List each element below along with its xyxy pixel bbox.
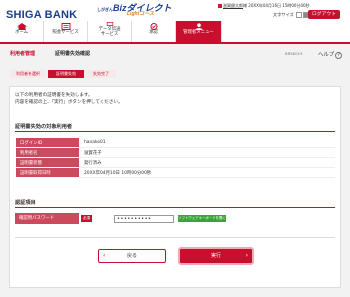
back-button[interactable]: ‹ 戻る xyxy=(98,249,166,263)
table-row: ログインID hanako01 xyxy=(15,137,335,148)
nav-approval[interactable]: 承認 xyxy=(132,21,176,42)
table-row: 証明書取得日時 20XX年04月10日 10時00分00秒 xyxy=(15,167,335,178)
section-auth-title: 認証項目 xyxy=(15,200,36,206)
screen-id: BRSK019 xyxy=(285,51,303,56)
approval-icon xyxy=(150,23,157,30)
nav-underline xyxy=(0,42,350,44)
page-title: 証明書失効確認 xyxy=(55,51,91,57)
section-divider xyxy=(15,207,335,208)
password-label: 確認用パスワード xyxy=(15,213,79,224)
header: SHIGA BANK しがぎんBizダイレクト Lightコース 滋賀銀太郎様 … xyxy=(0,0,350,42)
row-value: 滋賀花子 xyxy=(79,147,335,158)
row-key: 証明書状態 xyxy=(15,157,80,168)
main-nav: ホーム 照会サービス データ伝送 サービス 承認 管理者メニュー xyxy=(0,21,350,42)
help-icon: ? xyxy=(335,51,343,59)
title-row: 利用者管理 証明書失効確認 BRSK019 ヘルプ? xyxy=(0,47,350,61)
breadcrumb-parent: 利用者管理 xyxy=(10,51,36,57)
execute-button[interactable]: 実行 › xyxy=(178,247,254,265)
bank-logo[interactable]: SHIGA BANK xyxy=(6,9,77,21)
instruction-message: 以下の利用者の証明書を失効します。 内容を確認の上、「実行」ボタンを押してくださ… xyxy=(15,93,123,105)
table-row: 証明書状態 発行済み xyxy=(15,157,335,168)
nav-admin[interactable]: 管理者メニュー xyxy=(176,21,222,42)
row-value: hanako01 xyxy=(79,137,335,148)
service-logo: しがぎんBizダイレクト Lightコース xyxy=(97,3,172,17)
required-badge: 必須 xyxy=(81,215,92,222)
target-user-table: ログインID hanako01 利用者名 滋賀花子 証明書状態 発行済み 証明書取得日… xyxy=(15,137,335,178)
nav-inquiry[interactable]: 照会サービス xyxy=(44,21,88,42)
row-key: ログインID xyxy=(15,137,80,148)
step-1: 利用者を選択 xyxy=(10,70,46,78)
step-3: 失効完了 xyxy=(86,70,116,78)
section-target-user-title: 証明書失効の対象利用者 xyxy=(15,124,73,130)
help-link[interactable]: ヘルプ? xyxy=(318,50,343,59)
logout-button[interactable]: ログアウト xyxy=(308,10,340,19)
home-icon xyxy=(16,23,27,30)
auth-row: 確認用パスワード 必須 •••••••••• ソフトウェアキーボードを開く xyxy=(15,213,335,224)
confirm-password-input[interactable]: •••••••••• xyxy=(114,214,174,223)
inquiry-icon xyxy=(61,23,70,30)
software-keyboard-button[interactable]: ソフトウェアキーボードを開く xyxy=(178,215,226,222)
row-value: 20XX年04月10日 10時00分00秒 xyxy=(79,167,335,178)
nav-data-transfer[interactable]: データ伝送 サービス xyxy=(88,21,132,42)
admin-icon xyxy=(195,23,202,30)
table-row: 利用者名 滋賀花子 xyxy=(15,147,335,158)
main-panel xyxy=(9,86,341,288)
chevron-left-icon: ‹ xyxy=(103,252,106,259)
chevron-right-icon: › xyxy=(245,252,248,259)
row-key: 証明書取得日時 xyxy=(15,167,80,178)
footer-divider xyxy=(15,237,335,238)
user-icon xyxy=(218,3,222,8)
user-name[interactable]: 滋賀銀太郎 xyxy=(223,3,243,8)
nav-home[interactable]: ホーム xyxy=(0,21,44,42)
user-info: 滋賀銀太郎様 20XX年04月16日 15時00分00秒 xyxy=(218,3,310,9)
section-divider xyxy=(15,131,335,132)
font-size-small-button[interactable] xyxy=(296,12,303,18)
row-key: 利用者名 xyxy=(15,147,80,158)
step-2: 証明書失効 xyxy=(48,70,84,78)
row-value: 発行済み xyxy=(79,157,335,168)
